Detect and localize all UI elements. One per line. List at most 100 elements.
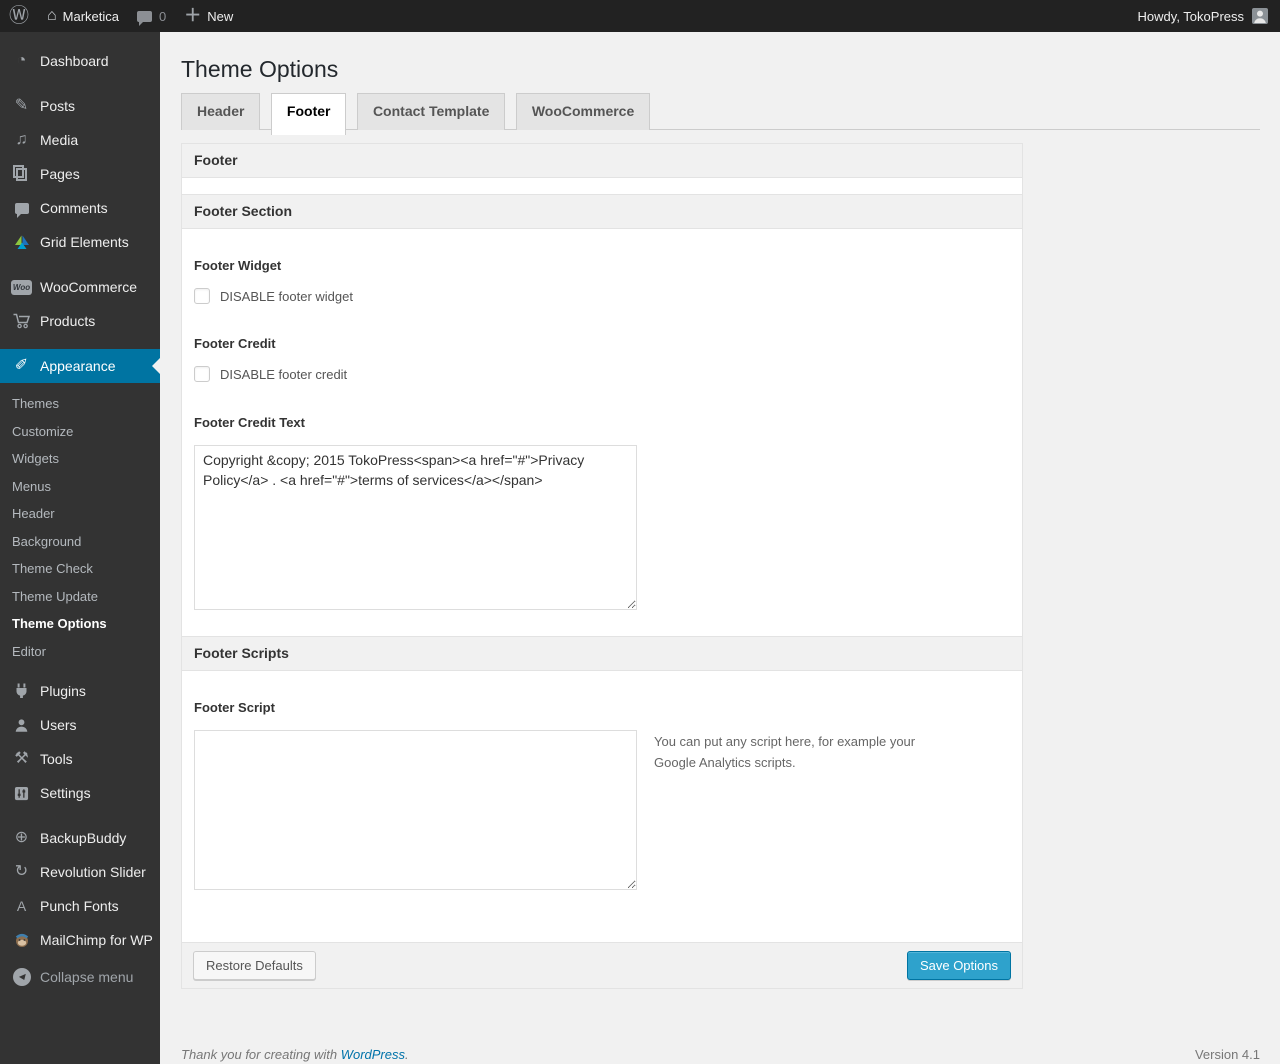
section-header-footer-section: Footer Section bbox=[182, 194, 1022, 229]
page-title: Theme Options bbox=[181, 56, 339, 82]
wp-logo-menu[interactable]: Ⓦ bbox=[0, 0, 38, 32]
sidebar-item-label: WooCommerce bbox=[40, 279, 137, 295]
submenu-item-theme-check[interactable]: Theme Check bbox=[0, 555, 160, 583]
main-content: Theme Options Header Footer Contact Temp… bbox=[160, 32, 1280, 1064]
site-name-link[interactable]: ⌂ Marketica bbox=[38, 0, 128, 32]
sidebar-item-comments[interactable]: Comments bbox=[0, 191, 160, 225]
collapse-arrow-icon: ◀ bbox=[11, 968, 32, 986]
disable-footer-credit-text[interactable]: DISABLE footer credit bbox=[220, 367, 347, 382]
plug-icon bbox=[11, 683, 32, 699]
thanks-prefix: Thank you for creating with bbox=[181, 1047, 341, 1062]
sidebar-item-label: Tools bbox=[40, 751, 73, 767]
sidebar-item-label: Comments bbox=[40, 200, 108, 216]
wordpress-link[interactable]: WordPress bbox=[341, 1047, 405, 1062]
sidebar-item-settings[interactable]: Settings bbox=[0, 776, 160, 810]
sidebar-item-backupbuddy[interactable]: ⊕ BackupBuddy bbox=[0, 821, 160, 855]
footer-widget-label: Footer Widget bbox=[194, 258, 282, 273]
site-name: Marketica bbox=[62, 8, 120, 24]
admin-footer: Thank you for creating with WordPress. V… bbox=[181, 1047, 1260, 1062]
version-text: Version 4.1 bbox=[1194, 1047, 1260, 1062]
submenu-item-themes[interactable]: Themes bbox=[0, 390, 160, 418]
sidebar-item-label: Dashboard bbox=[40, 53, 109, 69]
comment-count: 0 bbox=[159, 8, 167, 24]
wordpress-logo-icon: Ⓦ bbox=[9, 5, 29, 27]
sidebar-item-grid-elements[interactable]: Grid Elements bbox=[0, 225, 160, 259]
sidebar-item-dashboard[interactable]: ◔ Dashboard bbox=[0, 44, 160, 78]
disable-footer-widget-text[interactable]: DISABLE footer widget bbox=[220, 289, 353, 304]
restore-defaults-button[interactable]: Restore Defaults bbox=[193, 951, 316, 980]
new-content-menu[interactable]: ＋ New bbox=[175, 0, 242, 32]
submenu-item-editor[interactable]: Editor bbox=[0, 638, 160, 666]
tab-woocommerce[interactable]: WooCommerce bbox=[515, 93, 651, 130]
sidebar-item-label: Products bbox=[40, 313, 96, 329]
tab-contact-template[interactable]: Contact Template bbox=[356, 93, 506, 130]
footer-thanks-text: Thank you for creating with WordPress. bbox=[181, 1047, 409, 1062]
comments-adminbar-link[interactable]: 0 bbox=[128, 0, 175, 32]
submenu-item-widgets[interactable]: Widgets bbox=[0, 445, 160, 473]
footer-credit-text-label: Footer Credit Text bbox=[194, 415, 305, 430]
avatar bbox=[1252, 8, 1268, 24]
sidebar-item-revolution-slider[interactable]: ↻ Revolution Slider bbox=[0, 855, 160, 889]
collapse-menu-label: Collapse menu bbox=[40, 969, 134, 985]
mailchimp-monkey-icon bbox=[11, 932, 32, 948]
sidebar-item-label: MailChimp for WP bbox=[40, 932, 153, 948]
plus-icon: ＋ bbox=[184, 6, 202, 25]
sidebar-item-pages[interactable]: Pages bbox=[0, 157, 160, 191]
submenu-item-customize[interactable]: Customize bbox=[0, 418, 160, 446]
submenu-item-menus[interactable]: Menus bbox=[0, 473, 160, 501]
submenu-item-background[interactable]: Background bbox=[0, 528, 160, 556]
footer-script-help-text: You can put any script here, for example… bbox=[654, 734, 916, 770]
footer-script-textarea[interactable] bbox=[194, 730, 637, 890]
tab-header[interactable]: Header bbox=[181, 93, 261, 130]
sidebar-item-label: Grid Elements bbox=[40, 234, 129, 250]
sidebar-item-label: Posts bbox=[40, 98, 76, 114]
sidebar-item-label: Users bbox=[40, 717, 77, 733]
admin-bar: Ⓦ ⌂ Marketica 0 ＋ New Howdy, TokoPress bbox=[0, 0, 1280, 32]
submenu-item-theme-update[interactable]: Theme Update bbox=[0, 583, 160, 611]
group-header-footer: Footer bbox=[182, 144, 1022, 178]
sidebar-item-label: Media bbox=[40, 132, 79, 148]
settings-sliders-icon bbox=[11, 786, 32, 801]
tab-footer[interactable]: Footer bbox=[270, 93, 347, 135]
disable-footer-widget-checkbox[interactable] bbox=[194, 288, 210, 304]
cart-icon bbox=[11, 313, 32, 329]
disable-footer-credit-checkbox[interactable] bbox=[194, 366, 210, 382]
submenu-item-header[interactable]: Header bbox=[0, 500, 160, 528]
sidebar-item-label: Punch Fonts bbox=[40, 898, 119, 914]
sidebar-item-label: Revolution Slider bbox=[40, 864, 146, 880]
home-icon: ⌂ bbox=[47, 7, 57, 24]
sidebar-item-posts[interactable]: ✎ Posts bbox=[0, 89, 160, 123]
thanks-suffix: . bbox=[405, 1047, 409, 1062]
appearance-submenu: Themes Customize Widgets Menus Header Ba… bbox=[0, 383, 160, 674]
sidebar-item-media[interactable]: ♫ Media bbox=[0, 123, 160, 157]
admin-sidebar: ◔ Dashboard ✎ Posts ♫ Media Pages Commen… bbox=[0, 32, 160, 1064]
sidebar-item-users[interactable]: Users bbox=[0, 708, 160, 742]
posts-pin-icon: ✎ bbox=[14, 97, 29, 114]
user-icon bbox=[11, 718, 32, 733]
sidebar-item-tools[interactable]: ⚒ Tools bbox=[0, 742, 160, 776]
sidebar-item-label: Appearance bbox=[40, 358, 116, 374]
footer-credit-text-textarea[interactable]: Copyright &copy; 2015 TokoPress<span><a … bbox=[194, 445, 637, 610]
sidebar-item-products[interactable]: Products bbox=[0, 304, 160, 338]
howdy-text: Howdy, TokoPress bbox=[1137, 8, 1244, 24]
theme-options-tabs: Header Footer Contact Template WooCommer… bbox=[181, 93, 1260, 135]
howdy-account-menu[interactable]: Howdy, TokoPress bbox=[1129, 0, 1268, 32]
grid-elements-icon bbox=[11, 234, 32, 250]
footer-credit-label: Footer Credit bbox=[194, 336, 276, 351]
sidebar-item-appearance[interactable]: ✐ Appearance bbox=[0, 349, 160, 383]
sidebar-item-label: BackupBuddy bbox=[40, 830, 127, 846]
panel-action-bar: Restore Defaults Save Options bbox=[182, 942, 1022, 988]
submenu-item-theme-options[interactable]: Theme Options bbox=[0, 610, 160, 638]
sidebar-item-label: Pages bbox=[40, 166, 80, 182]
sidebar-item-woocommerce[interactable]: Woo WooCommerce bbox=[0, 270, 160, 304]
pages-icon bbox=[11, 164, 32, 181]
new-label: New bbox=[207, 8, 234, 24]
save-options-button[interactable]: Save Options bbox=[906, 951, 1011, 980]
collapse-menu-button[interactable]: ◀ Collapse menu bbox=[0, 960, 160, 994]
sidebar-item-punch-fonts[interactable]: A Punch Fonts bbox=[0, 889, 160, 923]
sidebar-item-plugins[interactable]: Plugins bbox=[0, 674, 160, 708]
dashboard-icon: ◔ bbox=[16, 52, 27, 69]
wrench-icon: ⚒ bbox=[14, 750, 29, 767]
sidebar-item-mailchimp[interactable]: MailChimp for WP bbox=[0, 923, 160, 957]
sidebar-item-label: Plugins bbox=[40, 683, 86, 699]
